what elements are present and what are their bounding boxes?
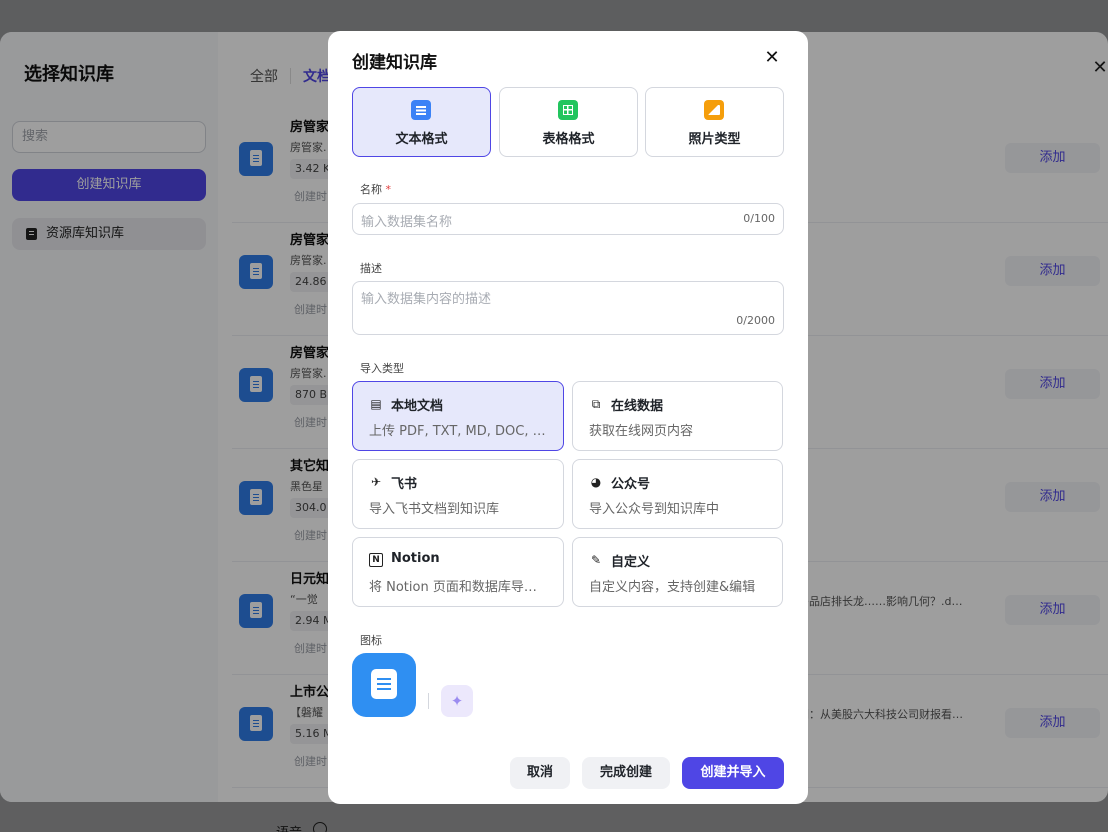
table-icon: [558, 100, 578, 120]
create-and-import-button[interactable]: 创建并导入: [682, 757, 784, 789]
name-label-text: 名称: [360, 183, 382, 196]
format-option-photo[interactable]: 照片类型: [645, 87, 784, 157]
import-option-notion[interactable]: N Notion 将 Notion 页面和数据库导…: [352, 537, 564, 607]
cancel-button[interactable]: 取消: [510, 757, 570, 789]
name-field[interactable]: 输入数据集名称 0/100: [352, 203, 784, 235]
import-option-desc: 导入公众号到知识库中: [589, 502, 720, 517]
finish-create-button[interactable]: 完成创建: [582, 757, 670, 789]
import-option-custom[interactable]: ✎ 自定义 自定义内容，支持创建&编辑: [572, 537, 783, 607]
import-option-title: 在线数据: [611, 399, 664, 414]
sparkle-icon[interactable]: ✦: [441, 685, 473, 717]
web-page-icon: ⧉: [591, 397, 601, 411]
photo-icon: [704, 100, 724, 120]
import-option-title: 公众号: [611, 477, 651, 492]
description-field[interactable]: 输入数据集内容的描述 0/2000: [352, 281, 784, 335]
import-option-desc: 上传 PDF, TXT, MD, DOC, …: [369, 424, 546, 439]
name-placeholder: 输入数据集名称: [361, 215, 453, 230]
icon-label: 图标: [360, 634, 382, 647]
description-char-count: 0/2000: [736, 314, 775, 327]
feishu-icon: ✈: [370, 475, 382, 489]
create-kb-modal: 创建知识库 ✕ 文本格式 表格格式 照片类型 名称 * 输入数据集名称 0/10…: [328, 31, 808, 804]
import-option-title: Notion: [391, 551, 440, 566]
import-option-title: 飞书: [391, 477, 418, 492]
required-mark: *: [385, 183, 392, 196]
import-option-online-data[interactable]: ⧉ 在线数据 获取在线网页内容: [572, 381, 783, 451]
description-placeholder: 输入数据集内容的描述: [361, 292, 492, 307]
modal-title: 创建知识库: [352, 53, 437, 73]
name-label: 名称 *: [360, 181, 391, 197]
format-label: 文本格式: [395, 132, 448, 147]
import-option-feishu[interactable]: ✈ 飞书 导入飞书文档到知识库: [352, 459, 564, 529]
import-option-title: 本地文档: [391, 399, 444, 414]
import-option-wechat[interactable]: ◕ 公众号 导入公众号到知识库中: [572, 459, 783, 529]
import-type-label: 导入类型: [360, 362, 404, 375]
format-option-text[interactable]: 文本格式: [352, 87, 491, 157]
format-label: 照片类型: [688, 132, 741, 147]
format-option-table[interactable]: 表格格式: [499, 87, 638, 157]
close-icon[interactable]: ✕: [762, 48, 782, 68]
divider: [428, 693, 429, 709]
document-icon: ▤: [370, 397, 382, 411]
notion-icon: N: [369, 553, 383, 567]
import-option-title: 自定义: [611, 555, 651, 570]
dataset-icon-picker[interactable]: [352, 653, 416, 717]
wechat-icon: ◕: [590, 475, 602, 489]
import-option-desc: 获取在线网页内容: [589, 424, 694, 439]
text-doc-icon: [411, 100, 431, 120]
format-label: 表格格式: [542, 132, 595, 147]
description-label: 描述: [360, 262, 382, 275]
import-option-desc: 导入飞书文档到知识库: [369, 502, 500, 517]
custom-edit-icon: ✎: [590, 553, 602, 567]
import-option-desc: 将 Notion 页面和数据库导…: [369, 580, 537, 595]
name-char-count: 0/100: [743, 212, 775, 225]
import-option-desc: 自定义内容，支持创建&编辑: [589, 580, 756, 595]
import-option-local-doc[interactable]: ▤ 本地文档 上传 PDF, TXT, MD, DOC, …: [352, 381, 564, 451]
